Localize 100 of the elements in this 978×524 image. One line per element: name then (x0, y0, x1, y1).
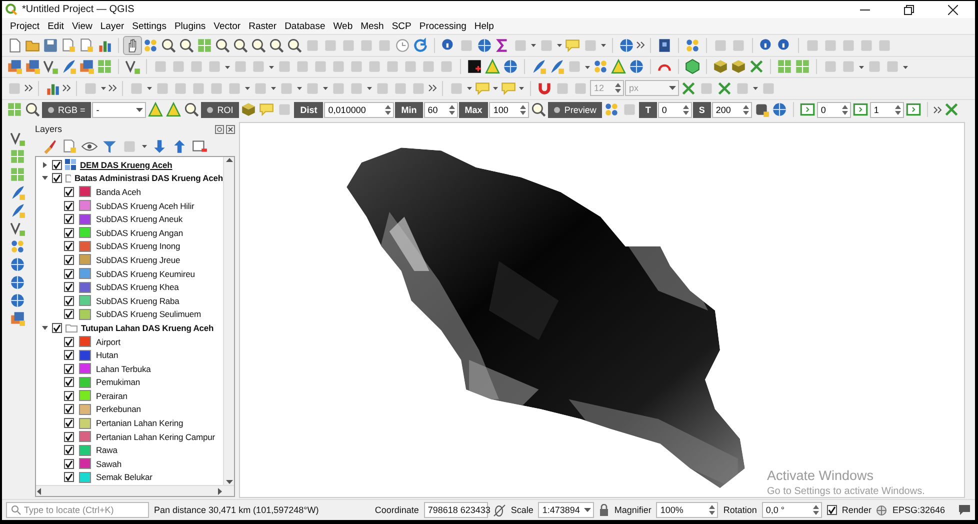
spin-box[interactable]: 60 (424, 102, 458, 118)
legend-label[interactable]: Lahan Terbuka (96, 364, 151, 374)
crs-button[interactable]: EPSG:32646 (892, 505, 945, 515)
legend-label[interactable]: Pertanian Lahan Kering Campur (96, 432, 216, 442)
legend-label[interactable]: Semak Belukar (96, 472, 152, 482)
legend-label[interactable]: Sawah (96, 458, 122, 469)
zoom-icon[interactable] (214, 36, 231, 54)
hexagon-icon[interactable] (684, 58, 701, 76)
layer-name[interactable]: Batas Administrasi DAS Krueng Aceh (74, 173, 223, 184)
spin-box[interactable]: 100 (489, 102, 530, 118)
menu-item[interactable]: Plugins (170, 20, 210, 32)
checkbox[interactable] (52, 322, 62, 333)
legend-label[interactable]: Perairan (96, 390, 128, 401)
feather-icon[interactable] (548, 58, 565, 76)
zoom-icon[interactable] (178, 36, 195, 54)
cube-icon[interactable] (730, 58, 747, 76)
checkbox[interactable] (52, 173, 62, 184)
toggle-button[interactable]: ROI (201, 102, 240, 118)
dots-icon[interactable] (684, 36, 701, 54)
checkbox[interactable] (64, 364, 74, 374)
dots-icon[interactable] (142, 36, 159, 54)
checkbox[interactable] (64, 228, 74, 238)
legend-label[interactable]: SubDAS Krueng Raba (96, 296, 180, 306)
spin-box[interactable]: 200 (712, 102, 752, 118)
feather-icon[interactable] (530, 58, 547, 76)
spin-box[interactable]: 0 (816, 102, 851, 118)
checkbox[interactable] (64, 418, 74, 428)
checkbox[interactable] (64, 404, 74, 414)
triangle-icon[interactable] (610, 58, 627, 76)
dots-icon[interactable] (8, 238, 26, 255)
menu-item[interactable]: Edit (44, 20, 68, 32)
layer-stack-icon[interactable] (78, 58, 95, 76)
menu-item[interactable]: Raster (244, 20, 281, 32)
expand-arrow-icon[interactable] (41, 324, 49, 332)
document-icon[interactable] (78, 36, 95, 54)
legend-label[interactable]: Perkebunan (96, 404, 141, 414)
message-icon[interactable] (958, 504, 971, 516)
legend-label[interactable]: Airport (96, 336, 120, 347)
expand-arrow-icon[interactable] (41, 160, 49, 169)
menu-item[interactable]: SCP (388, 20, 416, 32)
zoom-icon[interactable] (530, 101, 548, 118)
checkbox[interactable] (64, 336, 74, 347)
checkbox[interactable] (64, 432, 74, 442)
close-icon[interactable] (226, 124, 235, 134)
checkbox[interactable] (64, 268, 74, 279)
checkbox[interactable] (64, 282, 74, 292)
menu-item[interactable]: Help (470, 20, 498, 32)
refresh-icon[interactable] (412, 36, 429, 54)
legend-label[interactable]: SubDAS Krueng Jreue (96, 254, 180, 265)
cross-icon[interactable] (748, 58, 765, 76)
zoom-icon[interactable] (160, 36, 177, 54)
float-icon[interactable] (215, 124, 224, 134)
menu-item[interactable]: Web (329, 20, 357, 32)
locate-field[interactable]: Type to locate (Ctrl+K) (6, 502, 149, 518)
checkbox[interactable] (64, 445, 74, 456)
spin-box[interactable]: 0,010000 (324, 102, 394, 118)
checkbox[interactable] (64, 472, 74, 482)
triangle-icon[interactable] (147, 101, 164, 118)
cross-icon[interactable] (716, 80, 733, 97)
legend-label[interactable]: SubDAS Krueng Angan (96, 228, 183, 238)
dots-icon[interactable] (603, 101, 620, 118)
legend-label[interactable]: SubDAS Krueng Inong (96, 241, 180, 252)
v-shape-icon[interactable] (8, 220, 26, 237)
horizontal-scrollbar[interactable] (36, 485, 234, 496)
legend-label[interactable]: SubDAS Krueng Keumireu (96, 268, 195, 279)
spinner-arrows-icon[interactable] (742, 104, 749, 116)
spinner-arrows-icon[interactable] (682, 104, 689, 116)
coordinate-field[interactable]: 798618 623433 (424, 502, 488, 518)
zoom-icon[interactable] (24, 101, 41, 118)
layer-stack-icon[interactable] (6, 58, 23, 76)
dropdown[interactable]: - (92, 102, 146, 118)
zoom-icon[interactable] (268, 36, 285, 54)
zoom-icon[interactable] (250, 36, 267, 54)
legend-label[interactable]: SubDAS Krueng Seulimuem (96, 309, 201, 320)
legend-label[interactable]: Pertanian Lahan Kering (96, 418, 184, 428)
legend-label[interactable]: Banda Aceh (96, 186, 141, 197)
lock-icon[interactable] (599, 504, 610, 516)
zoom-icon[interactable] (183, 101, 200, 118)
menu-item[interactable]: Mesh (356, 20, 388, 32)
checkbox[interactable] (64, 377, 74, 388)
mouse-icon[interactable] (492, 504, 506, 516)
checkbox[interactable] (64, 254, 74, 265)
menu-item[interactable]: Settings (128, 20, 170, 32)
checkbox[interactable] (52, 160, 62, 170)
legend-label[interactable]: Hutan (96, 350, 118, 360)
checkbox[interactable] (64, 309, 74, 320)
menu-item[interactable]: Layer (96, 20, 128, 32)
spinner-arrows-icon[interactable] (520, 104, 526, 116)
v-shape-icon[interactable] (124, 58, 141, 76)
spin-box[interactable]: 1 (870, 102, 904, 118)
rotation-spin-box[interactable]: 0,0 ° (762, 502, 822, 518)
checkbox[interactable] (64, 350, 74, 360)
book-icon[interactable] (656, 36, 673, 54)
legend-label[interactable]: Pemukiman (96, 377, 140, 388)
layer-stack-icon[interactable] (24, 58, 41, 76)
legend-label[interactable]: SubDAS Krueng Khea (96, 282, 179, 292)
document-icon[interactable] (61, 138, 78, 154)
spinner-arrows-icon[interactable] (448, 104, 455, 116)
magnifier-spin-box[interactable]: 100% (656, 502, 718, 518)
feather-icon[interactable] (60, 58, 77, 76)
